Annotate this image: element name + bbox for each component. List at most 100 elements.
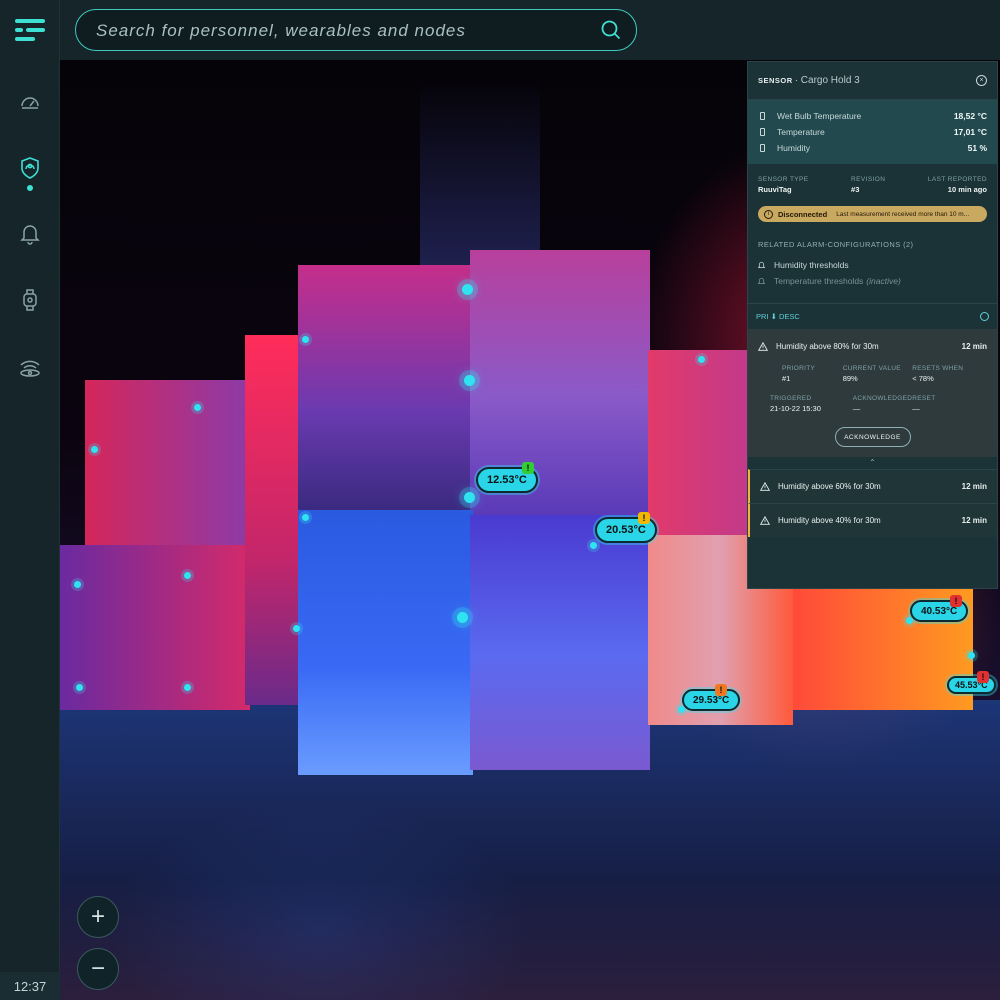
related-item[interactable]: Humidity thresholds bbox=[748, 257, 997, 273]
reading-value: 51 % bbox=[967, 143, 987, 153]
reading-value: 17,01 °C bbox=[953, 127, 987, 137]
node-marker[interactable] bbox=[462, 284, 473, 295]
alarm-duration: 12 min bbox=[961, 341, 987, 351]
container-center-top-front bbox=[298, 265, 473, 510]
inactive-suffix: (inactive) bbox=[866, 276, 901, 286]
resets-when-value: < 78% bbox=[912, 374, 934, 383]
close-icon[interactable]: × bbox=[976, 75, 987, 86]
acknowledge-button[interactable]: ACKNOWLEDGE bbox=[834, 427, 911, 447]
node-marker[interactable] bbox=[590, 542, 597, 549]
info-icon: i bbox=[764, 209, 773, 219]
last-reported-label: LAST REPORTED bbox=[927, 176, 987, 183]
node-marker[interactable] bbox=[457, 612, 468, 623]
warning-icon bbox=[760, 482, 770, 491]
alarm-duration: 12 min bbox=[961, 516, 987, 525]
reading-value: 18,52 °C bbox=[953, 111, 987, 121]
alert-badge: ! bbox=[950, 595, 962, 607]
search-icon[interactable] bbox=[600, 19, 622, 41]
acknowledged-label: ACKNOWLEDGED bbox=[852, 395, 913, 402]
app: 12:37 Search for personnel, wearables an… bbox=[0, 0, 1000, 1000]
revision-label: REVISION bbox=[851, 176, 886, 183]
search-input[interactable]: Search for personnel, wearables and node… bbox=[75, 9, 637, 51]
zoom-out-button[interactable]: − bbox=[77, 948, 119, 990]
alert-badge: ! bbox=[638, 512, 650, 524]
top-bar: Search for personnel, wearables and node… bbox=[60, 0, 1000, 60]
alarm-expanded: Humidity above 80% for 30m 12 min PRIORI… bbox=[748, 329, 997, 457]
alarm-title: Humidity above 40% for 30m bbox=[778, 516, 881, 525]
priority-value: #1 bbox=[782, 374, 791, 383]
node-marker[interactable] bbox=[184, 572, 191, 579]
panel-kind: SENSOR bbox=[758, 76, 793, 85]
reading-label: Temperature bbox=[777, 127, 825, 137]
alert-badge: ! bbox=[522, 462, 534, 474]
sidebar: 12:37 bbox=[0, 0, 60, 1000]
shield-icon[interactable] bbox=[14, 152, 46, 184]
reset-value: — bbox=[912, 404, 920, 413]
sort-toggle[interactable]: PRI ⬇ DESC bbox=[756, 312, 800, 321]
alert-badge: ! bbox=[977, 671, 989, 683]
node-marker[interactable] bbox=[76, 684, 83, 691]
container-center-bottom-front bbox=[298, 510, 473, 775]
bell-icon bbox=[758, 261, 765, 269]
alarm-item[interactable]: Humidity above 40% for 30m 12 min bbox=[748, 503, 997, 537]
node-marker[interactable] bbox=[91, 446, 98, 453]
dashboard-icon[interactable] bbox=[14, 86, 46, 118]
thermometer-icon bbox=[760, 128, 765, 136]
node-marker[interactable] bbox=[968, 652, 975, 659]
reading-row: Wet Bulb Temperature 18,52 °C bbox=[758, 108, 987, 124]
collapse-caret-icon[interactable]: ⌃ bbox=[748, 457, 997, 469]
related-item[interactable]: Temperature thresholds (inactive) bbox=[748, 273, 997, 289]
status-label: Disconnected bbox=[778, 209, 828, 219]
node-marker[interactable] bbox=[194, 404, 201, 411]
panel-header: SENSOR · Cargo Hold 3 × bbox=[748, 62, 997, 100]
triggered-label: TRIGGERED bbox=[770, 395, 812, 402]
container-right-top bbox=[648, 350, 748, 535]
alarm-title: Humidity above 80% for 30m bbox=[776, 341, 879, 351]
node-marker[interactable] bbox=[302, 336, 309, 343]
node-marker[interactable] bbox=[184, 684, 191, 691]
node-marker[interactable] bbox=[293, 625, 300, 632]
alert-badge: ! bbox=[715, 684, 727, 696]
reading-label: Wet Bulb Temperature bbox=[777, 111, 862, 121]
watch-icon[interactable] bbox=[14, 284, 46, 316]
reading-row: Humidity 51 % bbox=[758, 140, 987, 156]
temperature-label[interactable]: 29.53°C bbox=[682, 689, 741, 711]
node-marker[interactable] bbox=[74, 581, 81, 588]
container-left-bottom bbox=[60, 545, 250, 710]
wireless-icon[interactable] bbox=[14, 352, 46, 384]
alarm-item[interactable]: Humidity above 60% for 30m 12 min bbox=[748, 469, 997, 503]
node-marker[interactable] bbox=[464, 492, 475, 503]
node-marker[interactable] bbox=[698, 356, 705, 363]
bell-icon[interactable] bbox=[14, 218, 46, 250]
container-left-top bbox=[85, 380, 245, 545]
reset-label: RESET bbox=[912, 395, 936, 402]
thermometer-icon bbox=[760, 112, 765, 120]
alarm-header[interactable]: Humidity above 80% for 30m 12 min bbox=[758, 337, 987, 355]
node-marker[interactable] bbox=[302, 514, 309, 521]
current-value: 89% bbox=[842, 374, 858, 383]
menu-logo-icon[interactable] bbox=[13, 16, 47, 44]
current-value-label: CURRENT VALUE bbox=[842, 365, 901, 372]
node-marker[interactable] bbox=[464, 375, 475, 386]
resets-when-label: RESETS WHEN bbox=[912, 365, 964, 372]
container-red-side bbox=[245, 335, 300, 705]
last-reported-value: 10 min ago bbox=[947, 185, 987, 194]
sensor-type-value: RuuviTag bbox=[758, 185, 792, 194]
reading-row: Temperature 17,01 °C bbox=[758, 124, 987, 140]
alarm-details: PRIORITY #1 CURRENT VALUE 89% RESETS WHEN <… bbox=[758, 355, 987, 413]
related-header: RELATED ALARM-CONFIGURATIONS (2) bbox=[758, 240, 914, 249]
bell-icon bbox=[758, 277, 765, 285]
panel-title: · Cargo Hold 3 bbox=[794, 75, 860, 86]
clock: 12:37 bbox=[0, 972, 60, 1000]
triggered-value: 21-10-22 15:30 bbox=[770, 404, 821, 413]
clock-icon[interactable] bbox=[980, 312, 989, 321]
priority-label: PRIORITY bbox=[782, 365, 816, 372]
related-label: Temperature thresholds bbox=[774, 276, 864, 286]
zoom-in-button[interactable]: + bbox=[77, 896, 119, 938]
status-badge: i Disconnected Last measurement received… bbox=[758, 206, 987, 222]
humidity-icon bbox=[760, 144, 765, 152]
sort-bar: PRI ⬇ DESC bbox=[748, 303, 997, 329]
readings: Wet Bulb Temperature 18,52 °C Temperatur… bbox=[748, 100, 997, 164]
container-center-bottom-side bbox=[470, 515, 650, 770]
status-message: Last measurement received more than 10 m… bbox=[836, 210, 970, 218]
